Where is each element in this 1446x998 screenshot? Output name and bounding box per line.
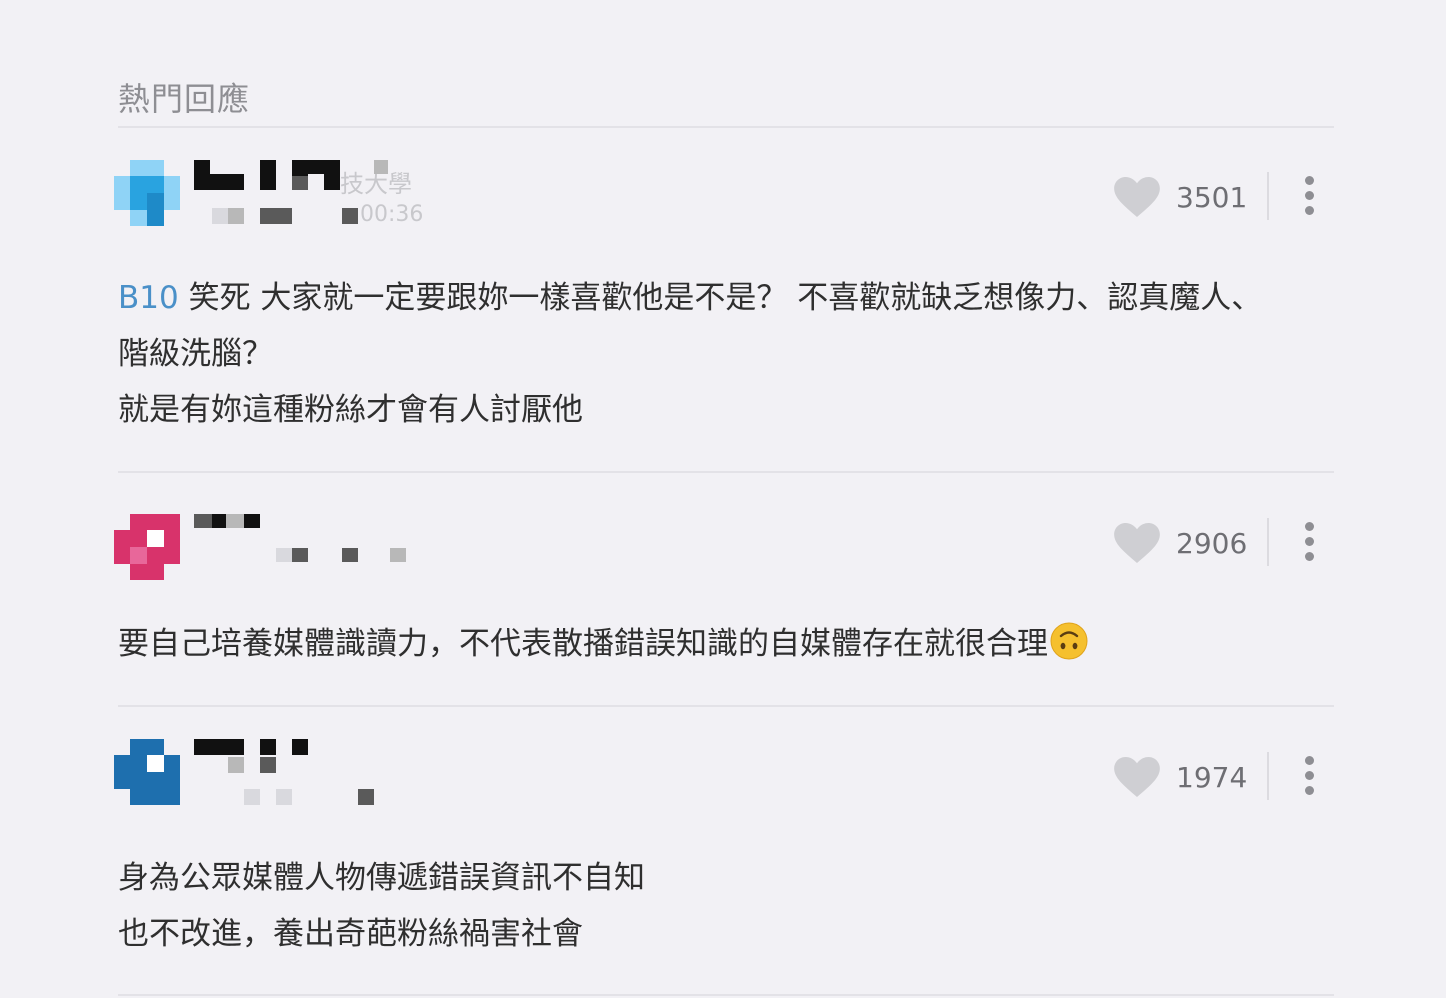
comment-divider bbox=[118, 471, 1334, 473]
comment-divider bbox=[118, 705, 1334, 707]
section-divider bbox=[118, 126, 1334, 128]
heart-icon[interactable] bbox=[1114, 757, 1160, 797]
avatar[interactable] bbox=[114, 160, 180, 226]
heart-icon[interactable] bbox=[1114, 523, 1160, 563]
heart-icon[interactable] bbox=[1114, 177, 1160, 217]
timestamp-blurred: 00:36 bbox=[360, 202, 424, 227]
more-vertical-icon[interactable] bbox=[1297, 522, 1321, 562]
comment-body: 要自己培養媒體識讀力，不代表散播錯誤知識的自媒體存在就很合理 bbox=[118, 616, 1328, 672]
like-area: 2906 bbox=[1114, 518, 1248, 568]
comment-line: 笑死 大家就一定要跟妳一樣喜歡他是不是？ 不喜歡就缺乏想像力、認真魔人、 bbox=[188, 280, 1263, 316]
like-count: 2906 bbox=[1176, 526, 1248, 560]
vertical-separator bbox=[1267, 172, 1269, 220]
upside-down-face-emoji-icon bbox=[1050, 622, 1088, 660]
comment-line: 要自己培養媒體識讀力，不代表散播錯誤知識的自媒體存在就很合理 bbox=[118, 626, 1048, 662]
comment-line: 身為公眾媒體人物傳遞錯誤資訊不自知 bbox=[118, 860, 645, 896]
like-count: 3501 bbox=[1176, 180, 1248, 214]
vertical-separator bbox=[1267, 518, 1269, 566]
comment-line: 階級洗腦？ bbox=[118, 336, 273, 372]
comment-body: B10 笑死 大家就一定要跟妳一樣喜歡他是不是？ 不喜歡就缺乏想像力、認真魔人、… bbox=[118, 270, 1328, 438]
avatar[interactable] bbox=[114, 739, 180, 805]
comment-body: 身為公眾媒體人物傳遞錯誤資訊不自知 也不改進，養出奇葩粉絲禍害社會 bbox=[118, 850, 1328, 962]
section-title: 熱門回應 bbox=[118, 80, 251, 118]
user-meta bbox=[194, 739, 434, 809]
like-count: 1974 bbox=[1176, 760, 1248, 794]
more-vertical-icon[interactable] bbox=[1297, 756, 1321, 796]
more-vertical-icon[interactable] bbox=[1297, 176, 1321, 216]
comment-line: 就是有妳這種粉絲才會有人討厭他 bbox=[118, 392, 583, 428]
like-area: 1974 bbox=[1114, 752, 1248, 802]
user-meta bbox=[194, 514, 434, 584]
vertical-separator bbox=[1267, 752, 1269, 800]
user-meta: 技大學 00:36 bbox=[194, 160, 434, 230]
comment-divider bbox=[118, 994, 1334, 996]
like-area: 3501 bbox=[1114, 172, 1248, 222]
avatar[interactable] bbox=[114, 514, 180, 580]
floor-link[interactable]: B10 bbox=[118, 280, 179, 316]
comment-line: 也不改進，養出奇葩粉絲禍害社會 bbox=[118, 916, 583, 952]
